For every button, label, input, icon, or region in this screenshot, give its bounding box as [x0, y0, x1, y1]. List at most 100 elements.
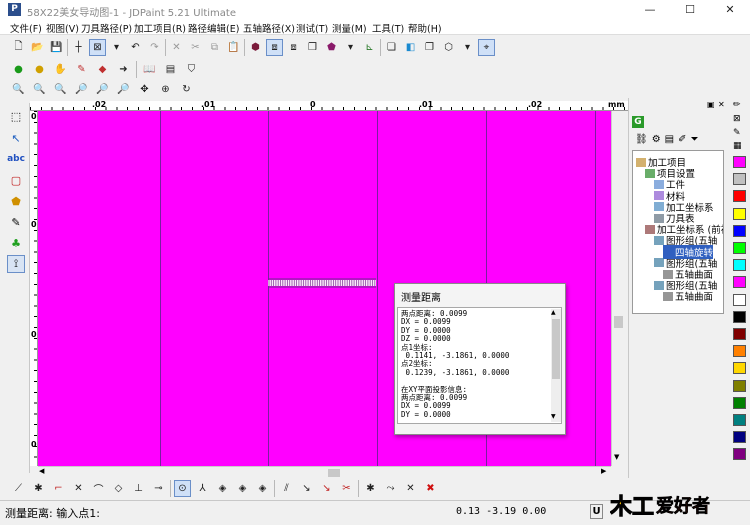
tool-path-icon[interactable]: ⛓ — [635, 134, 648, 145]
undo-icon[interactable]: ↶ — [127, 39, 144, 56]
menu-help[interactable]: 帮助(H) — [408, 21, 442, 35]
book-icon[interactable]: 📖 — [141, 61, 158, 78]
menu-file[interactable]: 文件(F) — [10, 21, 42, 35]
color-swatch[interactable] — [733, 242, 746, 254]
blue-cube-icon[interactable]: ◧ — [402, 39, 419, 56]
brush-icon[interactable]: ✎ — [733, 128, 741, 138]
scroll-left-icon[interactable]: ◀ — [39, 467, 44, 475]
render-icon[interactable]: ⬟ — [323, 39, 340, 56]
results-scrollbar[interactable]: ▲ ▼ — [551, 309, 561, 422]
scroll-down-icon[interactable]: ▼ — [614, 453, 619, 461]
snap-point-icon[interactable]: ⊙ — [174, 480, 191, 497]
save-icon[interactable]: 💾 — [48, 39, 65, 56]
menu-path-edit[interactable]: 路径编辑(E) — [188, 21, 239, 35]
maximize-button[interactable]: ☐ — [670, 0, 710, 20]
node-add-icon[interactable]: ◈ — [254, 480, 271, 497]
scroll-down-icon[interactable]: ▼ — [551, 413, 556, 420]
color-icon[interactable]: ◆ — [94, 61, 111, 78]
cube-view-icon[interactable]: ❒ — [304, 39, 321, 56]
offset-tool-icon[interactable]: ⤳ — [382, 480, 399, 497]
layer-icon[interactable]: ❏ — [383, 39, 400, 56]
select-box-icon[interactable]: ⊠ — [89, 39, 106, 56]
menu-toolpath[interactable]: 刀具路径(P) — [81, 21, 132, 35]
menu-tools[interactable]: 工具(T) — [372, 21, 404, 35]
vertical-scrollbar[interactable]: ▼ — [611, 111, 625, 466]
panel-close-icon[interactable]: ✕ — [718, 100, 725, 109]
iso-cube-icon[interactable]: ⬡ — [440, 39, 457, 56]
corner-tool-icon[interactable]: ⌐ — [50, 480, 67, 497]
copy-icon[interactable]: ⧉ — [206, 39, 223, 56]
menu-five-axis[interactable]: 五轴路径(X) — [243, 21, 295, 35]
no-fill-icon[interactable]: ⊠ — [733, 114, 741, 124]
diamond-tool-icon[interactable]: ◇ — [110, 480, 127, 497]
edit-icon[interactable]: ✐ — [678, 134, 686, 145]
tangent-tool-icon[interactable]: ⅄ — [194, 480, 211, 497]
color-swatch[interactable] — [733, 293, 746, 306]
yellow-bulb-icon[interactable]: ● — [31, 61, 48, 78]
measure-results-box[interactable]: 两点距离: 0.0099 DX = 0.0099 DY = 0.0000 DZ = 0… — [397, 307, 562, 424]
zoom-in-icon[interactable]: 🔍 — [31, 81, 48, 98]
shaded-view-icon[interactable]: ⬢ — [247, 39, 264, 56]
node-join-icon[interactable]: ◈ — [214, 480, 231, 497]
trim-tool-icon[interactable]: ✱ — [30, 480, 47, 497]
color-swatch[interactable] — [733, 362, 746, 375]
new-file-icon[interactable]: 🗋 — [10, 39, 27, 56]
color-swatch[interactable] — [733, 224, 746, 237]
pen-tool-icon[interactable]: ✎ — [7, 213, 25, 231]
menu-machining-project[interactable]: 加工项目(R) — [134, 21, 186, 35]
pattern-icon[interactable]: ▦ — [733, 141, 742, 151]
scroll-up-icon[interactable]: ▲ — [551, 309, 556, 316]
cross-tool-icon[interactable]: ✕ — [70, 480, 87, 497]
paint-icon[interactable]: ✎ — [73, 61, 90, 78]
hidden-line-icon[interactable]: ⧈ — [285, 39, 302, 56]
axis-icon[interactable]: ⊾ — [361, 39, 378, 56]
horizontal-scrollbar[interactable]: ◀ ▶ — [38, 466, 611, 478]
color-swatch[interactable] — [733, 414, 746, 426]
cancel-icon[interactable]: ✖ — [422, 480, 439, 497]
zoom-all-icon[interactable]: 🔎 — [94, 81, 111, 98]
zoom-previous-icon[interactable]: 🔎 — [73, 81, 90, 98]
filter-icon[interactable]: ⛉ — [183, 61, 200, 78]
redo-icon[interactable]: ↷ — [146, 39, 163, 56]
scroll-right-icon[interactable]: ▶ — [601, 467, 606, 475]
zoom-icon[interactable]: ⊕ — [157, 81, 174, 98]
zoom-out-icon[interactable]: 🔍 — [52, 81, 69, 98]
knife-tool-icon[interactable]: ⫽ — [278, 480, 295, 497]
settings-gear-icon[interactable]: ⚙ — [652, 134, 661, 145]
color-swatch[interactable] — [733, 448, 746, 461]
menu-measure[interactable]: 测量(M) — [332, 21, 367, 35]
hand-icon[interactable]: ✋ — [52, 61, 69, 78]
results-scroll-thumb[interactable] — [552, 319, 560, 379]
delete-node-icon[interactable]: ↘ — [318, 480, 335, 497]
crosshair-icon[interactable]: ┼ — [70, 39, 87, 56]
color-swatch[interactable] — [733, 345, 746, 358]
list-icon[interactable]: ▤ — [665, 134, 674, 145]
color-swatch[interactable] — [733, 310, 746, 323]
color-swatch[interactable] — [733, 156, 746, 168]
perpendicular-tool-icon[interactable]: ⊥ — [130, 480, 147, 497]
panel-pin-icon[interactable]: ▣ — [707, 100, 715, 109]
shape-tool-icon[interactable]: ▢ — [7, 171, 25, 189]
dropdown-arrow-icon[interactable]: ▾ — [108, 39, 125, 56]
arrow-right-icon[interactable]: ➜ — [115, 61, 132, 78]
bend-tool-icon[interactable]: ⊸ — [150, 480, 167, 497]
color-swatch[interactable] — [733, 190, 746, 203]
color-swatch[interactable] — [733, 431, 746, 444]
close-button[interactable]: ✕ — [710, 0, 750, 20]
select-rect-icon[interactable]: ⬚ — [7, 107, 25, 125]
text-tool-icon[interactable]: abc — [7, 150, 25, 168]
mirror-tool-icon[interactable]: ✕ — [402, 480, 419, 497]
color-swatch[interactable] — [733, 276, 746, 289]
measure-tool-icon[interactable]: ⟟ — [7, 255, 25, 273]
node-edit-icon[interactable]: ↖ — [7, 129, 25, 147]
pan-icon[interactable]: ✥ — [136, 81, 153, 98]
wireframe-view-icon[interactable]: ⧈ — [266, 39, 283, 56]
color-swatch[interactable] — [733, 259, 746, 272]
zoom-window-icon[interactable]: 🔍 — [10, 81, 27, 98]
color-swatch[interactable] — [733, 379, 746, 392]
vertical-scroll-thumb[interactable] — [614, 316, 623, 328]
zoom-fit-icon[interactable]: 🔎 — [115, 81, 132, 98]
pencil-icon[interactable]: ✏ — [733, 100, 741, 110]
green-bulb-icon[interactable]: ● — [10, 61, 27, 78]
tree-item[interactable]: 五轴曲面 — [663, 289, 713, 303]
